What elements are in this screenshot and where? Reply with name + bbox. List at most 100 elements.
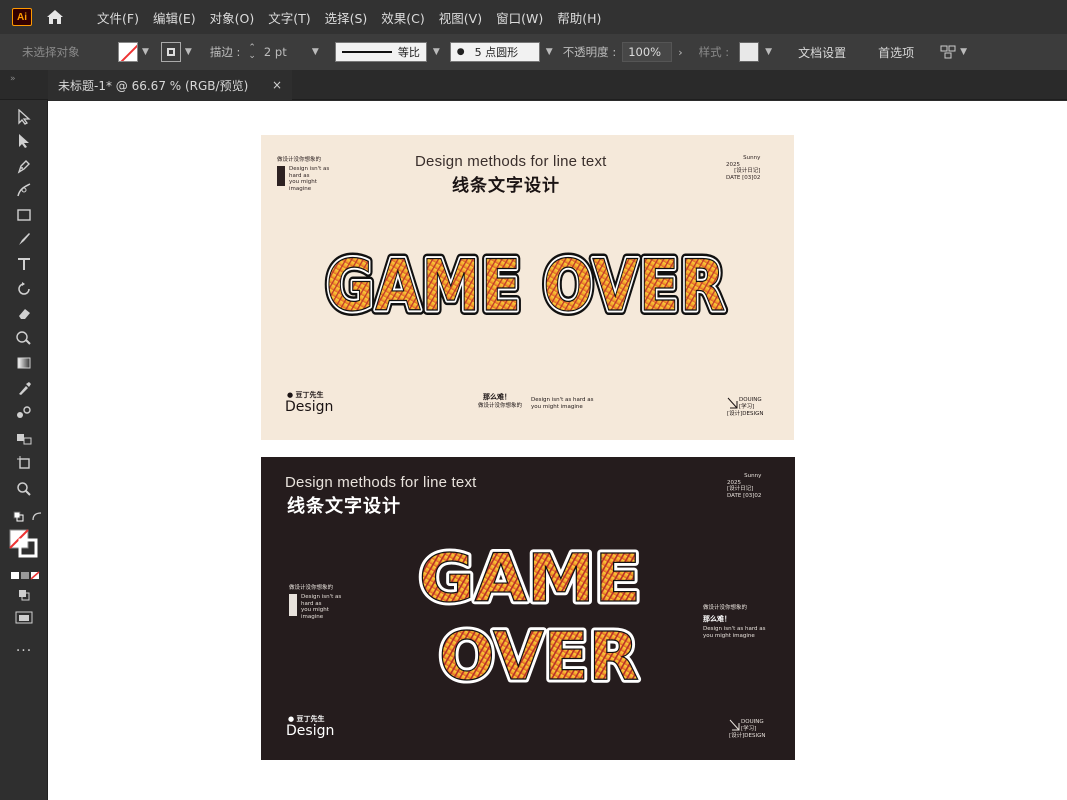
style-swatch[interactable] (739, 42, 760, 62)
brand-design: Design (286, 723, 335, 739)
game-fill: GAME (419, 541, 641, 617)
artboard-dark[interactable]: Design methods for line text 线条文字设计 Sunn… (261, 457, 795, 760)
document-setup-button[interactable]: 文档设置 (798, 44, 846, 61)
title-cn: 线条文字设计 (452, 176, 560, 196)
game-over-artwork: GAME OVER GAME OVER GAME OVER (321, 240, 730, 330)
title-en: Design methods for line text (285, 474, 477, 491)
menu-select[interactable]: 选择(S) (318, 8, 375, 27)
stroke-weight-value[interactable]: 2 pt (264, 45, 308, 59)
stroke-label: 描边 : (209, 45, 241, 59)
type-tool-icon[interactable] (13, 253, 35, 275)
more-tools-icon[interactable]: ··· (13, 640, 35, 662)
brush-tool-icon[interactable] (13, 228, 35, 250)
chevron-down-icon[interactable]: ▼ (765, 47, 772, 57)
title-cn: 线条文字设计 (287, 496, 401, 517)
bottom-right-meta: DOUING [学习] (739, 397, 762, 410)
drawing-mode-icon[interactable] (13, 584, 35, 606)
rectangle-tool-icon[interactable] (13, 204, 35, 226)
menu-help[interactable]: 帮助(H) (550, 8, 608, 27)
pen-tool-icon[interactable] (13, 155, 35, 177)
bottom-mid-en: Design isn't as hard as you might imagin… (531, 397, 594, 410)
menu-view[interactable]: 视图(V) (432, 8, 489, 27)
artboard-tool-icon[interactable] (13, 452, 35, 474)
blend-tool-icon[interactable] (13, 402, 35, 424)
stroke-profile-select[interactable]: 等比 (334, 42, 427, 62)
game-line: GAME GAME (416, 541, 645, 621)
left-en-line: imagine (301, 613, 324, 620)
selection-status: 未选择对象 (22, 45, 80, 59)
top-right-meta: Sunny 2025 [设计日记] DATE [03]02 (726, 155, 760, 181)
panel-grip-icon[interactable]: » (10, 74, 15, 84)
chevron-down-icon[interactable]: ▼ (433, 47, 440, 57)
curvature-tool-icon[interactable] (13, 179, 35, 201)
chevron-right-icon[interactable]: › (678, 46, 682, 59)
right-en-line: Design isn't as hard as (703, 626, 766, 632)
stroke-weight-field[interactable]: ⌃ ⌄ 2 pt ▼ (248, 44, 319, 61)
brand-design: Design (285, 399, 334, 415)
fill-control[interactable]: ▼ (118, 42, 149, 62)
zoom-tool-icon[interactable] (13, 478, 35, 500)
top-right-meta: Sunny 2025 [设计日记] DATE [03]02 (727, 473, 761, 499)
menu-edit[interactable]: 编辑(E) (146, 8, 203, 27)
meta-line: [学习] (739, 403, 755, 410)
arrange-documents-button[interactable]: ▼ (940, 45, 967, 59)
brush-label: 5 点圆形 (474, 46, 519, 59)
screen-mode-icon[interactable] (13, 606, 35, 628)
direct-selection-tool-icon[interactable] (13, 130, 35, 152)
close-icon[interactable]: × (272, 78, 282, 92)
preferences-button[interactable]: 首选项 (878, 44, 914, 61)
brush-select[interactable]: ● 5 点圆形 (449, 42, 540, 62)
chevron-down-icon[interactable]: ▼ (185, 47, 192, 57)
meta-line: [学习] (741, 725, 757, 732)
shape-builder-tool-icon[interactable] (13, 327, 35, 349)
bottom-mid-en-line: you might imagine (531, 403, 583, 410)
gradient-tool-icon[interactable] (13, 352, 35, 374)
stroke-profile-label: 等比 (397, 46, 420, 59)
fill-stroke-icon[interactable] (8, 528, 40, 560)
home-icon[interactable] (42, 4, 68, 30)
rotate-tool-icon[interactable] (13, 278, 35, 300)
opacity-field[interactable]: 100% (622, 42, 673, 62)
chevron-down-icon[interactable]: ▼ (960, 47, 967, 57)
game-over-fill: GAME OVER (326, 245, 726, 327)
bottom-right-design: [设计]DESIGN (727, 411, 764, 417)
game-over-stacked-artwork: GAME GAME OVER OVER (416, 541, 645, 691)
style-label: 样式 : (698, 45, 730, 59)
arrow-down-right-icon (729, 719, 740, 731)
document-tab[interactable]: 未标题-1* @ 66.67 % (RGB/预览) × (48, 70, 292, 100)
swap-colors-icon[interactable] (26, 506, 48, 528)
bottom-right-design: [设计]DESIGN (729, 733, 766, 739)
chevron-down-icon[interactable]: ▼ (546, 47, 553, 57)
menu-file[interactable]: 文件(F) (90, 8, 146, 27)
bottom-mid-cn: 那么难！ (483, 393, 511, 401)
vertical-text-block (289, 594, 297, 616)
menu-window[interactable]: 窗口(W) (489, 8, 550, 27)
artboard-light[interactable]: Design methods for line text 线条文字设计 做设计没… (261, 135, 794, 440)
canvas[interactable]: Design methods for line text 线条文字设计 做设计没… (48, 101, 1067, 800)
stroke-swatch[interactable] (160, 42, 181, 62)
menu-object[interactable]: 对象(O) (203, 8, 262, 27)
meta-line: DOUING (739, 397, 762, 403)
menu-effect[interactable]: 效果(C) (374, 8, 431, 27)
menu-bar: Ai 文件(F) 编辑(E) 对象(O) 文字(T) 选择(S) 效果(C) 视… (0, 0, 1067, 34)
meta-line: DATE (726, 174, 741, 181)
eraser-tool-icon[interactable] (13, 302, 35, 324)
eyedropper-tool-icon[interactable] (13, 377, 35, 399)
symbol-sprayer-tool-icon[interactable] (13, 427, 35, 449)
menu-type[interactable]: 文字(T) (261, 8, 317, 27)
meta-line: [03]02 (743, 492, 762, 499)
bottom-mid-cn2: 做设计没你想象的 (478, 403, 523, 409)
color-mode-icon[interactable] (10, 564, 40, 586)
fill-none-swatch[interactable] (118, 42, 138, 62)
stroke-color-control[interactable]: ▼ (160, 42, 192, 62)
stepper-icon[interactable]: ⌃ ⌄ (248, 44, 256, 61)
top-left-en: Design isn't as hard as you might imagin… (289, 166, 329, 192)
document-tab-strip: » 未标题-1* @ 66.67 % (RGB/预览) × (0, 70, 1067, 100)
top-left-en-line: Design isn't as (289, 166, 330, 172)
title-en: Design methods for line text (415, 153, 607, 170)
chevron-down-icon[interactable]: ▼ (312, 47, 319, 57)
over-fill: OVER (439, 618, 639, 691)
selection-tool-icon[interactable] (13, 106, 35, 128)
chevron-down-icon[interactable]: ▼ (142, 47, 149, 57)
left-cn: 做设计没你想象的 (289, 585, 334, 591)
